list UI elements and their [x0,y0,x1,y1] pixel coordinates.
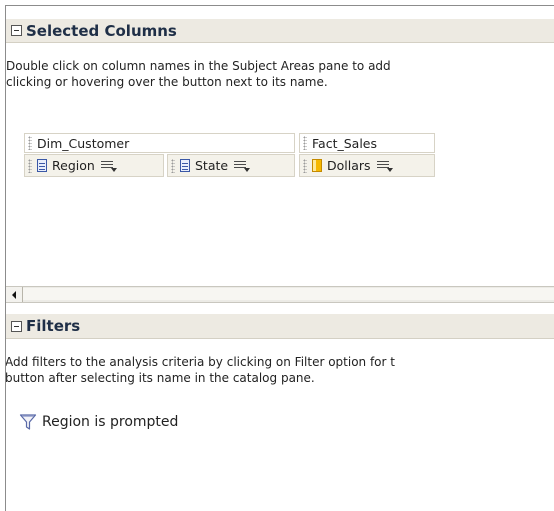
collapse-icon[interactable] [11,320,22,332]
drag-handle-icon[interactable] [303,136,307,150]
criteria-panel: Selected Columns Double click on column … [5,5,554,511]
column-label: State [195,158,229,173]
filter-label: Region is prompted [42,414,179,430]
drag-handle-icon[interactable] [303,158,307,173]
scroll-left-arrow-icon[interactable] [6,287,23,302]
selected-columns-help-line2: clicking or hovering over the button nex… [6,75,328,89]
group-header-dim-customer[interactable]: Dim_Customer [24,133,295,153]
collapse-icon[interactable] [11,25,22,36]
drag-handle-icon[interactable] [28,158,32,173]
column-region[interactable]: Region [24,154,164,177]
attribute-column-icon [37,159,47,172]
column-options-menu-icon[interactable] [234,160,251,172]
selected-columns-title: Selected Columns [26,21,177,40]
selected-columns-help-line1: Double click on column names in the Subj… [6,59,391,73]
scrollbar-thumb[interactable] [23,288,554,300]
filter-item-region[interactable]: Region is prompted [19,412,178,432]
drag-handle-icon[interactable] [28,136,32,150]
group-name: Fact_Sales [312,135,377,151]
column-dollars[interactable]: Dollars [299,154,435,177]
selected-columns-header[interactable]: Selected Columns [6,19,554,43]
column-label: Region [52,158,95,173]
filters-help-line2: button after selecting its name in the c… [5,371,315,385]
filters-help-line1: Add filters to the analysis criteria by … [5,355,395,369]
column-state[interactable]: State [167,154,295,177]
filters-header[interactable]: Filters [6,314,554,339]
horizontal-scrollbar[interactable] [6,286,554,303]
column-options-menu-icon[interactable] [100,160,117,172]
group-header-fact-sales[interactable]: Fact_Sales [299,133,435,153]
group-name: Dim_Customer [37,135,130,151]
attribute-column-icon [180,159,190,172]
measure-column-icon [312,159,322,172]
column-label: Dollars [327,158,371,173]
drag-handle-icon[interactable] [171,158,175,173]
filters-title: Filters [26,317,81,335]
column-options-menu-icon[interactable] [376,160,393,172]
funnel-icon [19,414,37,430]
